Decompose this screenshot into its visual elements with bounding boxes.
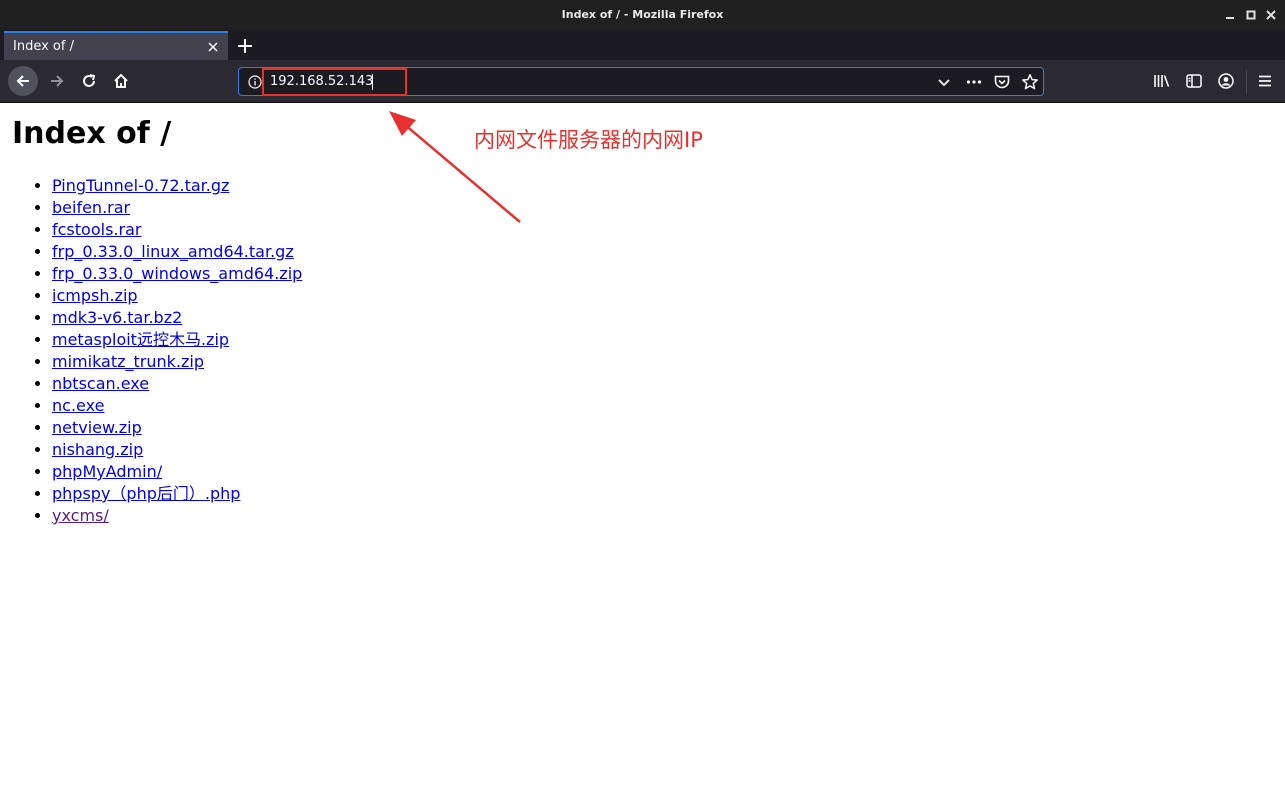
annotation-label: 内网文件服务器的内网IP [474, 128, 703, 152]
list-item: PingTunnel-0.72.tar.gz [52, 175, 302, 197]
maximize-icon[interactable] [1244, 8, 1258, 22]
file-link[interactable]: mimikatz_trunk.zip [52, 352, 204, 371]
url-highlight-box [262, 68, 407, 96]
file-link[interactable]: mdk3-v6.tar.bz2 [52, 308, 182, 327]
file-link[interactable]: phpMyAdmin/ [52, 462, 162, 481]
home-button[interactable] [106, 66, 136, 96]
list-item: yxcms/ [52, 505, 302, 527]
home-icon [114, 73, 128, 88]
list-item: fcstools.rar [52, 219, 302, 241]
file-link[interactable]: icmpsh.zip [52, 286, 138, 305]
title-bar: Index of / - Mozilla Firefox [0, 0, 1285, 30]
menu-hamburger-icon[interactable] [1256, 72, 1274, 90]
list-item: nbtscan.exe [52, 373, 302, 395]
file-link[interactable]: fcstools.rar [52, 220, 141, 239]
account-icon[interactable] [1217, 72, 1235, 90]
toolbar-separator [1246, 70, 1247, 94]
close-window-icon[interactable] [1264, 8, 1278, 22]
file-link[interactable]: phpspy（php后门）.php [52, 484, 240, 503]
tab-index-of[interactable]: Index of / [4, 31, 228, 60]
forward-arrow-icon [51, 75, 64, 87]
list-item: netview.zip [52, 417, 302, 439]
file-list: PingTunnel-0.72.tar.gz beifen.rar fcstools… [12, 175, 302, 527]
list-item: frp_0.33.0_linux_amd64.tar.gz [52, 241, 302, 263]
file-link[interactable]: nbtscan.exe [52, 374, 149, 393]
list-item: mdk3-v6.tar.bz2 [52, 307, 302, 329]
file-link[interactable]: netview.zip [52, 418, 142, 437]
site-info-icon[interactable] [248, 74, 262, 89]
file-link[interactable]: frp_0.33.0_windows_amd64.zip [52, 264, 302, 283]
minimize-icon[interactable] [1223, 8, 1237, 22]
file-link[interactable]: yxcms/ [52, 506, 109, 525]
forward-button[interactable] [42, 66, 72, 96]
file-link[interactable]: nishang.zip [52, 440, 143, 459]
tab-strip: Index of / [0, 30, 1285, 60]
list-item: nc.exe [52, 395, 302, 417]
list-item: phpMyAdmin/ [52, 461, 302, 483]
url-dropdown-icon[interactable] [935, 73, 953, 91]
list-item: nishang.zip [52, 439, 302, 461]
browser-window: Index of / - Mozilla Firefox Index of / [0, 0, 1285, 800]
list-item: frp_0.33.0_windows_amd64.zip [52, 263, 302, 285]
page-actions-icon[interactable] [965, 73, 983, 91]
bookmark-star-icon[interactable] [1021, 73, 1039, 91]
window-title: Index of / - Mozilla Firefox [561, 8, 724, 21]
list-item: phpspy（php后门）.php [52, 483, 302, 505]
list-item: beifen.rar [52, 197, 302, 219]
file-link[interactable]: beifen.rar [52, 198, 130, 217]
reload-icon [83, 74, 96, 87]
back-arrow-icon [16, 75, 29, 87]
tab-label: Index of / [13, 39, 74, 54]
file-link[interactable]: nc.exe [52, 396, 104, 415]
page-title: Index of / [12, 116, 172, 151]
navigation-toolbar: 192.168.52.143 [0, 60, 1285, 103]
page-content: Index of / PingTunnel-0.72.tar.gz beifen.… [0, 103, 1285, 800]
reload-button[interactable] [74, 66, 104, 96]
back-button[interactable] [8, 66, 38, 96]
file-link[interactable]: metasploit远控木马.zip [52, 330, 229, 349]
list-item: metasploit远控木马.zip [52, 329, 302, 351]
new-tab-icon[interactable] [236, 37, 254, 55]
list-item: mimikatz_trunk.zip [52, 351, 302, 373]
tab-close-icon[interactable] [206, 39, 220, 53]
pocket-icon[interactable] [993, 73, 1011, 91]
sidebar-icon[interactable] [1185, 72, 1203, 90]
file-link[interactable]: PingTunnel-0.72.tar.gz [52, 176, 229, 195]
library-icon[interactable] [1153, 72, 1171, 90]
file-link[interactable]: frp_0.33.0_linux_amd64.tar.gz [52, 242, 294, 261]
list-item: icmpsh.zip [52, 285, 302, 307]
